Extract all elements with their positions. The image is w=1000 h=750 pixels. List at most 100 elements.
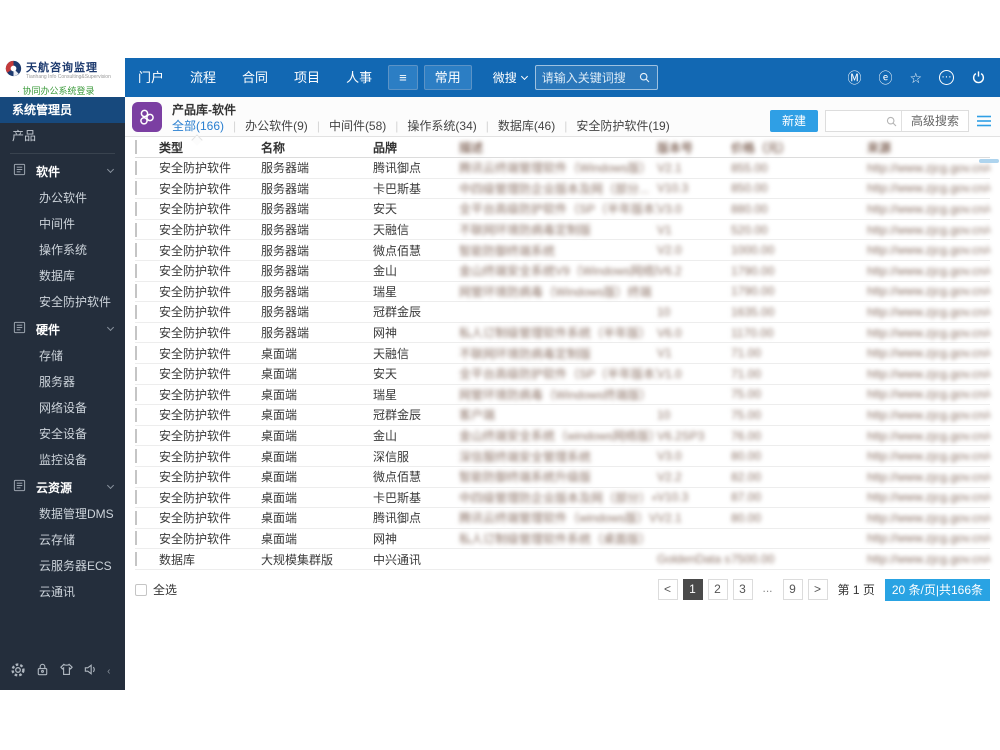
table-row[interactable]: 安全防护软件 服务器端 网神 私人订制级管理软件系统（半年版） V6.0 1170.00 h… xyxy=(135,323,990,344)
nav-item[interactable]: 人事 xyxy=(333,58,385,97)
row-checkbox[interactable] xyxy=(135,243,137,258)
sidebar-item[interactable]: 云服务器ECS xyxy=(0,553,125,579)
sidebar-item[interactable]: 数据管理DMS xyxy=(0,501,125,527)
sidebar-group-header[interactable]: 硬件 xyxy=(0,315,125,343)
select-all-checkbox[interactable] xyxy=(135,583,147,596)
sidebar-item[interactable]: 网络设备 xyxy=(0,395,125,421)
lock-icon[interactable] xyxy=(35,662,50,680)
nav-item[interactable]: 合同 xyxy=(229,58,281,97)
speaker-icon[interactable] xyxy=(83,662,98,680)
sidebar-group-header[interactable]: 云资源 xyxy=(0,473,125,501)
shirt-icon[interactable] xyxy=(59,662,74,680)
star-icon[interactable]: ☆ xyxy=(909,71,922,85)
row-checkbox[interactable] xyxy=(135,304,137,319)
sidebar-item[interactable]: 安全防护软件 xyxy=(0,289,125,315)
nav-favorites[interactable]: 常用 xyxy=(423,65,472,90)
collapse-arrow-icon[interactable]: ‹ xyxy=(107,666,110,677)
sidebar-item[interactable]: 云通讯 xyxy=(0,579,125,605)
nav-item[interactable]: 流程 xyxy=(177,58,229,97)
table-row[interactable]: 安全防护软件 桌面端 天融信 不联网环境防病毒定制版 V1 71.00 http://www… xyxy=(135,343,990,364)
table-row[interactable]: 安全防护软件 桌面端 网神 私人订制级管理软件系统（桌面版） http://www.zj… xyxy=(135,529,990,550)
sidebar-section-product[interactable]: 产品 xyxy=(0,123,125,150)
sidebar-item[interactable]: 监控设备 xyxy=(0,447,125,473)
per-page-total-button[interactable]: 20 条/页|共166条 xyxy=(884,578,990,601)
sidebar-item[interactable]: 存储 xyxy=(0,343,125,369)
tab-category[interactable]: 安全防护软件(19) xyxy=(576,117,669,134)
tab-category[interactable]: 数据库(46) xyxy=(498,117,555,134)
table-row[interactable]: 安全防护软件 服务器端 腾讯御点 腾讯云终端管理软件（Windows版） V2.1 855… xyxy=(135,158,990,179)
logo-area[interactable]: 天航咨询监理 Tianhang Info Consulting&Supervis… xyxy=(0,58,125,97)
table-row[interactable]: 安全防护软件 服务器端 冠群金辰 10 1635.00 http://www.zjcg.g… xyxy=(135,302,990,323)
search-icon[interactable] xyxy=(882,115,901,128)
nav-item[interactable]: 门户 xyxy=(125,58,177,97)
table-row[interactable]: 安全防护软件 桌面端 深信服 深信服终端安全管理系统 V3.0 80.00 http://w… xyxy=(135,446,990,467)
tab-category[interactable]: 中间件(58) xyxy=(329,117,386,134)
row-checkbox[interactable] xyxy=(135,160,137,175)
sidebar-group-header[interactable]: 软件 xyxy=(0,157,125,185)
table-row[interactable]: 安全防护软件 服务器端 天融信 不联网环境防病毒定制版 V1 520.00 http://w… xyxy=(135,220,990,241)
page-button[interactable]: 9 xyxy=(782,579,803,601)
row-checkbox[interactable] xyxy=(135,531,137,546)
table-row[interactable]: 安全防护软件 服务器端 金山 金山终端安全系统V9（Windows网络版） V6.2 17… xyxy=(135,261,990,282)
more-circle-icon[interactable]: ⋯ xyxy=(939,70,954,85)
role-header[interactable]: 系统管理员 xyxy=(0,97,125,123)
global-search-input[interactable] xyxy=(541,70,638,85)
sidebar-item[interactable]: 安全设备 xyxy=(0,421,125,447)
table-row[interactable]: 安全防护软件 服务器端 微点佰慧 智能防御终端系统 V2.0 1000.00 http://… xyxy=(135,240,990,261)
wesearch-dropdown[interactable]: 微搜 xyxy=(493,58,528,97)
table-row[interactable]: 安全防护软件 桌面端 卡巴斯基 中四级管理防企业版本及网（部分）+SD...V10.3… xyxy=(135,488,990,509)
row-checkbox[interactable] xyxy=(135,181,137,196)
gear-icon[interactable] xyxy=(10,662,26,681)
table-row[interactable]: 安全防护软件 服务器端 瑞星 网管环境防病毒（Windows版）终端 1790.00 ht… xyxy=(135,282,990,303)
row-checkbox[interactable] xyxy=(135,510,137,525)
row-checkbox[interactable] xyxy=(135,201,137,216)
table-row[interactable]: 安全防护软件 服务器端 安天 全平台高级防护软件（SP（半年版本） V3.0 880.00… xyxy=(135,199,990,220)
new-button[interactable]: 新建 xyxy=(769,110,818,132)
nav-item[interactable]: 项目 xyxy=(281,58,333,97)
list-view-icon[interactable] xyxy=(976,114,992,128)
table-search-input[interactable] xyxy=(825,114,882,128)
row-checkbox[interactable] xyxy=(135,469,137,484)
power-icon[interactable] xyxy=(971,70,986,85)
sidebar-item[interactable]: 云存储 xyxy=(0,527,125,553)
row-checkbox[interactable] xyxy=(135,387,137,402)
search-icon[interactable] xyxy=(638,71,651,84)
sidebar-item[interactable]: 服务器 xyxy=(0,369,125,395)
advanced-search-button[interactable]: 高级搜索 xyxy=(900,111,968,131)
sidebar-item[interactable]: 操作系统 xyxy=(0,237,125,263)
row-checkbox[interactable] xyxy=(135,222,137,237)
row-checkbox[interactable] xyxy=(135,263,137,278)
row-checkbox[interactable] xyxy=(135,366,137,381)
row-checkbox[interactable] xyxy=(135,552,137,567)
page-button[interactable]: 3 xyxy=(732,579,753,601)
office-login-link[interactable]: · 协同办公系统登录 xyxy=(5,84,120,97)
tab-category[interactable]: 操作系统(34) xyxy=(407,117,476,134)
table-row[interactable]: 安全防护软件 桌面端 腾讯御点 腾讯云终端管理软件（windows版）V2.1版V2.… xyxy=(135,508,990,529)
tab-category[interactable]: 办公软件(9) xyxy=(245,117,308,134)
sidebar-item[interactable]: 办公软件 xyxy=(0,185,125,211)
m-circle-icon[interactable]: Ⓜ xyxy=(847,71,861,85)
row-checkbox[interactable] xyxy=(135,428,137,443)
table-row[interactable]: 数据库 大规模集群版 中兴通讯 GoldenData s...7500.00 http:… xyxy=(135,549,990,570)
table-row[interactable]: 安全防护软件 桌面端 微点佰慧 智能防御终端系统升级版 V2.2 82.00 http://… xyxy=(135,467,990,488)
prev-page-button[interactable]: < xyxy=(657,579,678,601)
row-checkbox[interactable] xyxy=(135,325,137,340)
table-row[interactable]: 安全防护软件 桌面端 金山 金山终端安全系统（windows网络版） V6.2SP3 76… xyxy=(135,426,990,447)
row-checkbox[interactable] xyxy=(135,407,137,422)
row-checkbox[interactable] xyxy=(135,346,137,361)
page-button[interactable]: 1 xyxy=(682,579,703,601)
table-row[interactable]: 安全防护软件 桌面端 冠群金辰 客户端 10 75.00 http://www.zjcg.g… xyxy=(135,405,990,426)
scrollbar-thumb[interactable] xyxy=(979,159,999,163)
nav-hamburger-icon[interactable]: ≡ xyxy=(388,65,418,90)
tab-category[interactable]: 全部(166) xyxy=(172,117,224,134)
sidebar-item[interactable]: 数据库 xyxy=(0,263,125,289)
table-row[interactable]: 安全防护软件 服务器端 卡巴斯基 中四级管理防企业版本及网（部分... V10.3 850… xyxy=(135,179,990,200)
table-row[interactable]: 安全防护软件 桌面端 安天 全平台高级防护软件（SP（半年版本） V1.0 71.00 ht… xyxy=(135,364,990,385)
row-checkbox[interactable] xyxy=(135,449,137,464)
row-checkbox[interactable] xyxy=(135,284,137,299)
page-button[interactable]: 2 xyxy=(707,579,728,601)
row-checkbox[interactable] xyxy=(135,490,137,505)
next-page-button[interactable]: > xyxy=(807,579,828,601)
e-circle-icon[interactable]: ⓔ xyxy=(878,71,892,85)
sidebar-item[interactable]: 中间件 xyxy=(0,211,125,237)
